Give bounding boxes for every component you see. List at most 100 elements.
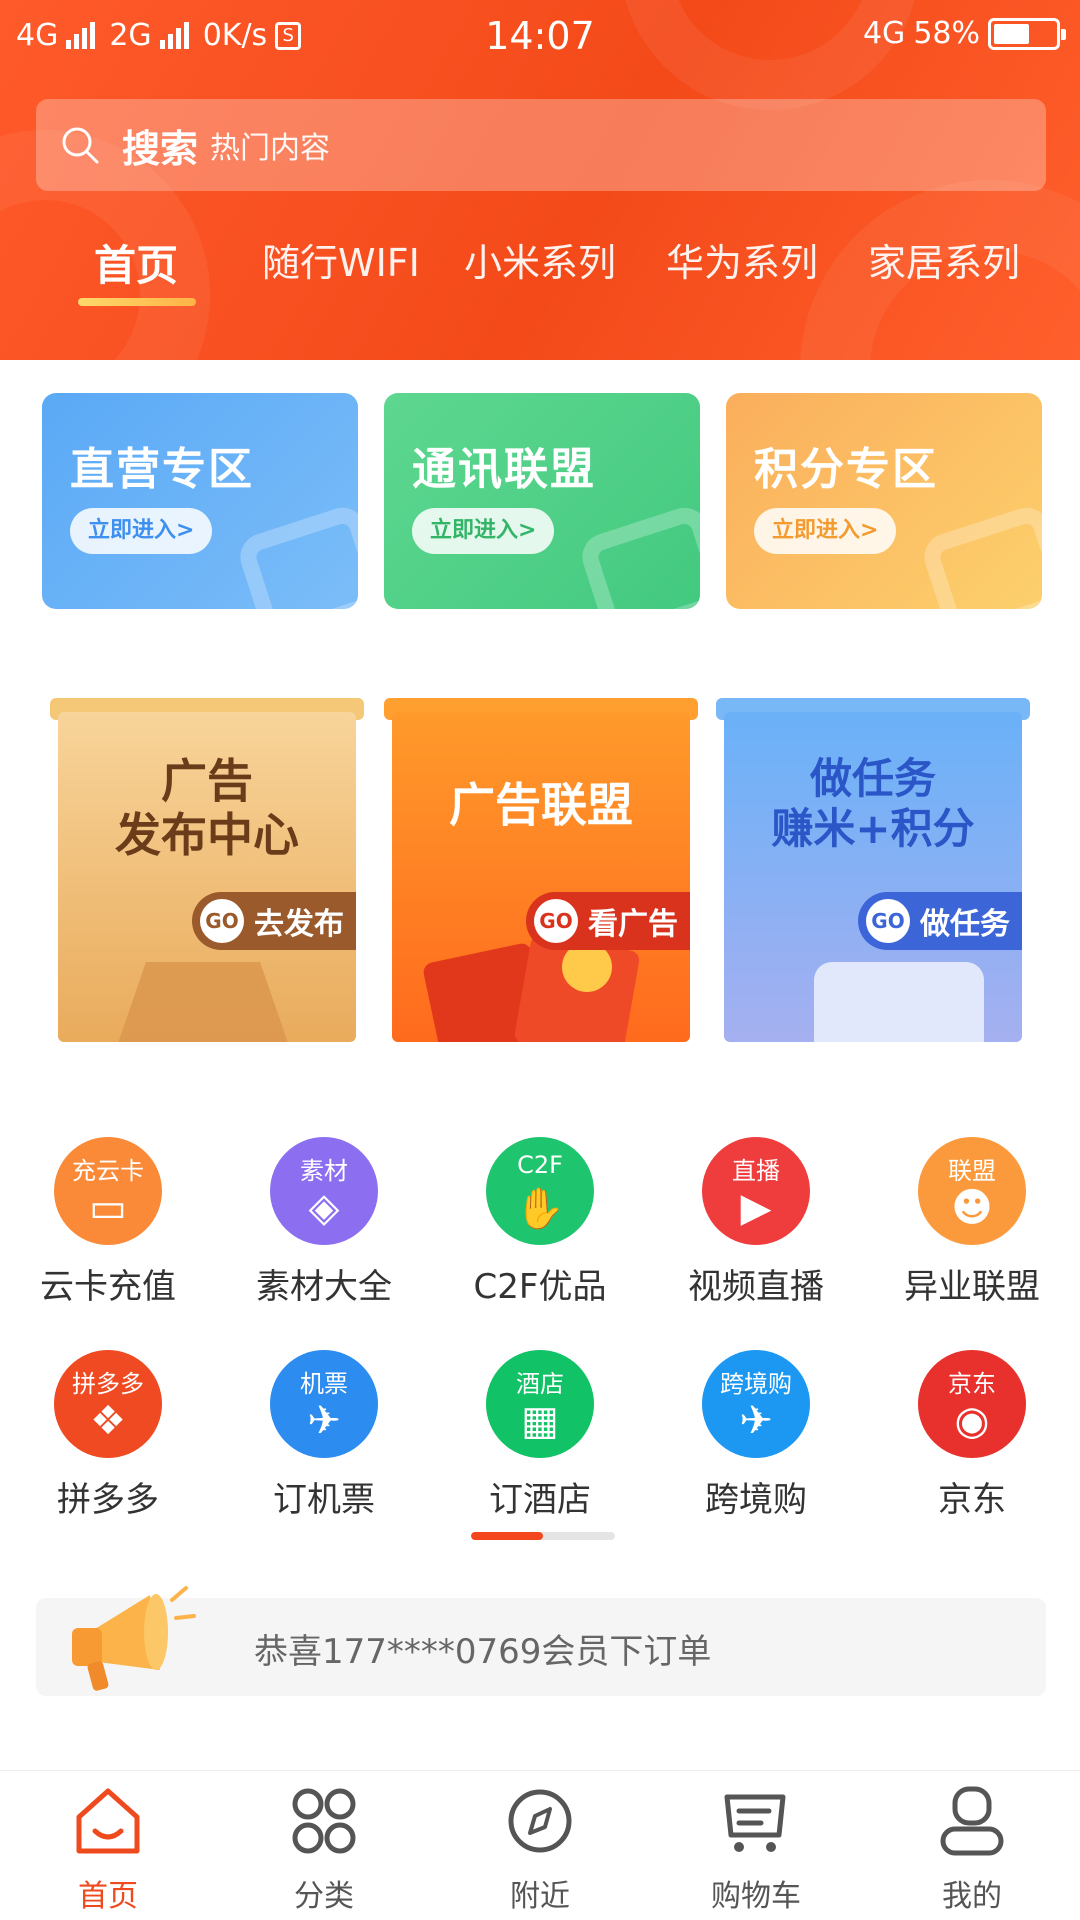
header: 4G 2G 0K/s S 14:07 4G 58% 搜索 热门内容 首页 随行W… (0, 0, 1080, 360)
zone-card-telecom[interactable]: 通讯联盟 立即进入> (384, 393, 700, 609)
promo-ad-alliance[interactable]: 广告联盟 GO 看广告 (384, 698, 698, 1042)
icon-glyph: ▶ (740, 1185, 772, 1231)
icon-glyph: ✈ (739, 1398, 773, 1444)
tab-huawei[interactable]: 华为系列 (666, 232, 818, 287)
search-placeholder: 热门内容 (210, 131, 331, 166)
icon-badge-text: 京东 (948, 1370, 996, 1398)
tab-home-furnishing[interactable]: 家居系列 (868, 232, 1020, 287)
go-badge: GO (534, 899, 578, 943)
active-tab-indicator (78, 298, 196, 306)
nav-profile[interactable]: 我的 (864, 1771, 1080, 1920)
handshake-icon: C2F ✋ (486, 1137, 594, 1245)
icon-glyph: ◉ (954, 1398, 990, 1444)
tab-xiaomi[interactable]: 小米系列 (464, 232, 616, 287)
grid-label: 云卡充值 (40, 1267, 176, 1307)
icon-glyph: ☻ (951, 1185, 993, 1231)
battery-icon (988, 17, 1066, 50)
promo-title: 做任务 赚米+积分 (724, 754, 1022, 853)
nav-label: 首页 (78, 1879, 138, 1914)
promo-title-line: 赚米+积分 (771, 803, 975, 853)
card-icon: 充云卡 ▭ (54, 1137, 162, 1245)
zone-card-direct[interactable]: 直营专区 立即进入> (42, 393, 358, 609)
zone-card-points[interactable]: 积分专区 立即进入> (726, 393, 1042, 609)
icon-glyph: ▭ (89, 1185, 127, 1231)
grid-label: C2F优品 (473, 1267, 607, 1307)
enter-button[interactable]: 立即进入> (754, 508, 897, 554)
icon-badge-text: 跨境购 (720, 1370, 792, 1398)
grid-label: 异业联盟 (904, 1267, 1040, 1307)
go-badge: GO (866, 899, 910, 943)
promo-title-line: 广告 (161, 754, 253, 808)
grid-label: 京东 (938, 1480, 1006, 1520)
promo-task[interactable]: 做任务 赚米+积分 GO 做任务 (716, 698, 1030, 1042)
go-task-button[interactable]: GO 做任务 (858, 892, 1022, 950)
promo-ad-publish[interactable]: 广告 发布中心 GO 去发布 (50, 698, 364, 1042)
nav-nearby[interactable]: 附近 (432, 1771, 648, 1920)
grid-page-indicator (471, 1532, 615, 1540)
grid-item-flights[interactable]: 机票 ✈ 订机票 (216, 1350, 432, 1530)
grid-item-cloud-card[interactable]: 充云卡 ▭ 云卡充值 (0, 1137, 216, 1317)
nav-home[interactable]: 首页 (0, 1771, 216, 1920)
promo-title-line: 做任务 (809, 754, 936, 803)
go-action-label: 做任务 (920, 907, 1010, 942)
category-tabs: 首页 随行WIFI 小米系列 华为系列 家居系列 (0, 232, 1080, 302)
jd-dog-icon: 京东 ◉ (918, 1350, 1026, 1458)
grid-label: 拼多多 (57, 1480, 159, 1520)
icon-glyph: ✋ (515, 1186, 565, 1232)
promo-title: 广告联盟 (392, 778, 690, 832)
icon-glyph: ▦ (521, 1398, 559, 1444)
grid-item-live[interactable]: 直播 ▶ 视频直播 (648, 1137, 864, 1317)
icon-badge-text: 酒店 (516, 1370, 564, 1398)
tab-home[interactable]: 首页 (94, 232, 178, 293)
go-publish-button[interactable]: GO 去发布 (192, 892, 356, 950)
live-icon: 直播 ▶ (702, 1137, 810, 1245)
grid-label: 订机票 (273, 1480, 375, 1520)
icon-badge-text: 素材 (300, 1157, 348, 1185)
grid-item-hotel[interactable]: 酒店 ▦ 订酒店 (432, 1350, 648, 1530)
icon-badge-text: 直播 (732, 1157, 780, 1185)
promo-board: 做任务 赚米+积分 GO 做任务 (724, 712, 1022, 1042)
battery-percent: 58% (913, 16, 980, 51)
zone-decoration (234, 501, 358, 609)
status-bar: 4G 2G 0K/s S 14:07 4G 58% (0, 0, 1080, 76)
zone-title: 直营专区 (70, 444, 254, 495)
grid-label: 订酒店 (489, 1480, 591, 1520)
icon-badge-text: C2F (517, 1151, 563, 1179)
grid-item-materials[interactable]: 素材 ◈ 素材大全 (216, 1137, 432, 1317)
zone-title: 通讯联盟 (412, 444, 596, 495)
gift-box-illustration (108, 962, 298, 1042)
icon-glyph: ❖ (90, 1398, 126, 1444)
tab-wifi[interactable]: 随行WIFI (262, 232, 420, 287)
enter-button[interactable]: 立即进入> (70, 508, 213, 554)
grid-label: 视频直播 (688, 1267, 824, 1307)
nav-label: 我的 (942, 1879, 1002, 1914)
globe-icon: 跨境购 ✈ (702, 1350, 810, 1458)
chat-illustration (814, 962, 984, 1042)
grid-item-jd[interactable]: 京东 ◉ 京东 (864, 1350, 1080, 1530)
grid-item-crossborder[interactable]: 跨境购 ✈ 跨境购 (648, 1350, 864, 1530)
nav-label: 购物车 (711, 1879, 801, 1914)
promo-board: 广告联盟 GO 看广告 (392, 712, 690, 1042)
hotel-icon: 酒店 ▦ (486, 1350, 594, 1458)
icon-badge-text: 充云卡 (72, 1157, 144, 1185)
megaphone-icon (72, 1586, 196, 1691)
enter-button[interactable]: 立即进入> (412, 508, 555, 554)
grid-item-pinduoduo[interactable]: 拼多多 ❖ 拼多多 (0, 1350, 216, 1530)
nav-category[interactable]: 分类 (216, 1771, 432, 1920)
plane-icon: 机票 ✈ (270, 1350, 378, 1458)
nav-label: 分类 (294, 1879, 354, 1914)
promo-title-line: 发布中心 (115, 808, 299, 863)
go-watch-ad-button[interactable]: GO 看广告 (526, 892, 690, 950)
icon-badge-text: 机票 (300, 1370, 348, 1398)
category-icon (292, 1788, 356, 1854)
grid-label: 跨境购 (705, 1480, 807, 1520)
nav-cart[interactable]: 购物车 (648, 1771, 864, 1920)
compass-icon (508, 1789, 572, 1853)
search-label: 搜索 (122, 126, 199, 171)
grid-item-c2f[interactable]: C2F ✋ C2F优品 (432, 1137, 648, 1317)
icon-badge-text: 联盟 (948, 1157, 996, 1185)
grid-item-alliance[interactable]: 联盟 ☻ 异业联盟 (864, 1137, 1080, 1317)
notice-text: 恭喜177****0769会员下订单 (254, 1632, 712, 1672)
search-bar[interactable]: 搜索 热门内容 (36, 99, 1046, 191)
icon-glyph: ◈ (308, 1185, 340, 1231)
